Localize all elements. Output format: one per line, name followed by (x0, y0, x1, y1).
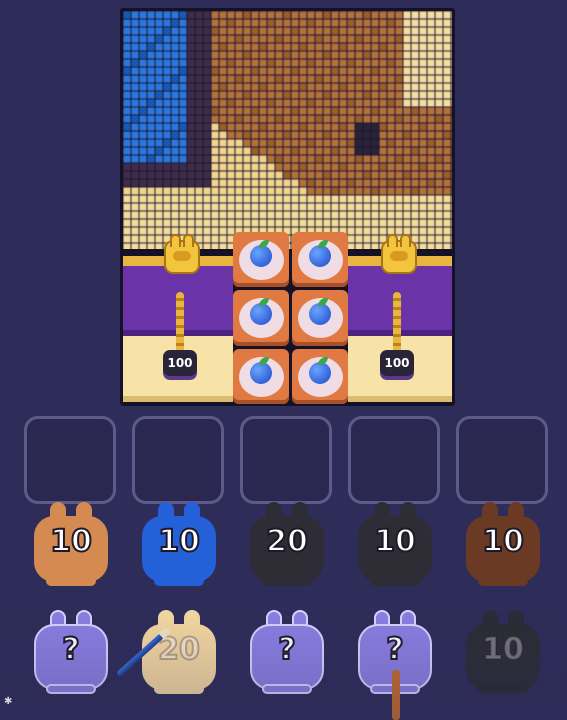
pixel-art-canvas (123, 11, 452, 249)
bunny-count: ? (277, 631, 296, 668)
sparkle-icon: ✱ (4, 696, 13, 707)
chain (176, 292, 184, 358)
locked-gate-left: 100 (123, 234, 233, 406)
bunny-count: 20 (265, 523, 309, 560)
blueberry-tile[interactable] (233, 232, 289, 288)
blueberry-tile[interactable] (292, 348, 348, 404)
empty-slot[interactable] (24, 416, 116, 504)
bunny-count: 10 (481, 631, 525, 668)
locked-gate-right: 100 (348, 234, 452, 406)
blueberry-icon (250, 245, 272, 267)
blueberry-tile[interactable] (233, 348, 289, 404)
blueberry-tile[interactable] (292, 290, 348, 346)
bunny-count: 10 (373, 523, 417, 560)
bunny-count: 20 (157, 631, 201, 668)
chain (393, 292, 401, 358)
empty-slot[interactable] (348, 416, 440, 504)
bunny-shooter-queued: 10 (466, 610, 540, 694)
empty-slot[interactable] (456, 416, 548, 504)
empty-slot[interactable] (240, 416, 332, 504)
bunny-count: ? (385, 631, 404, 668)
bunny-shooter-queued: 20 (142, 610, 216, 694)
blueberry-icon (250, 361, 272, 384)
blueberry-tile[interactable] (233, 290, 289, 346)
padlock-icon (381, 234, 417, 274)
bunny-shooter[interactable]: 10 (466, 502, 540, 586)
stick-icon (392, 670, 400, 720)
food-tile-grid (233, 232, 348, 404)
blueberry-tile[interactable] (292, 232, 348, 288)
empty-slot[interactable] (132, 416, 224, 504)
bunny-shooter[interactable]: 20 (250, 502, 324, 586)
bunny-shooter[interactable]: 10 (142, 502, 216, 586)
blueberry-icon (309, 361, 331, 384)
lock-count-badge: 100 (163, 350, 197, 376)
lock-count-badge: 100 (380, 350, 414, 376)
padlock-icon (164, 234, 200, 274)
bunny-shooter[interactable]: 10 (34, 502, 108, 586)
pixel-art-board: 100 100 (120, 8, 455, 406)
blueberry-icon (309, 245, 331, 267)
mystery-bunny: ? (250, 610, 324, 694)
mystery-bunny: ? (34, 610, 108, 694)
bunny-count: 10 (481, 523, 525, 560)
bunny-count: ? (61, 631, 80, 668)
bunny-count: 10 (49, 523, 93, 560)
bunny-count: 10 (157, 523, 201, 560)
bunny-shooter[interactable]: 10 (358, 502, 432, 586)
